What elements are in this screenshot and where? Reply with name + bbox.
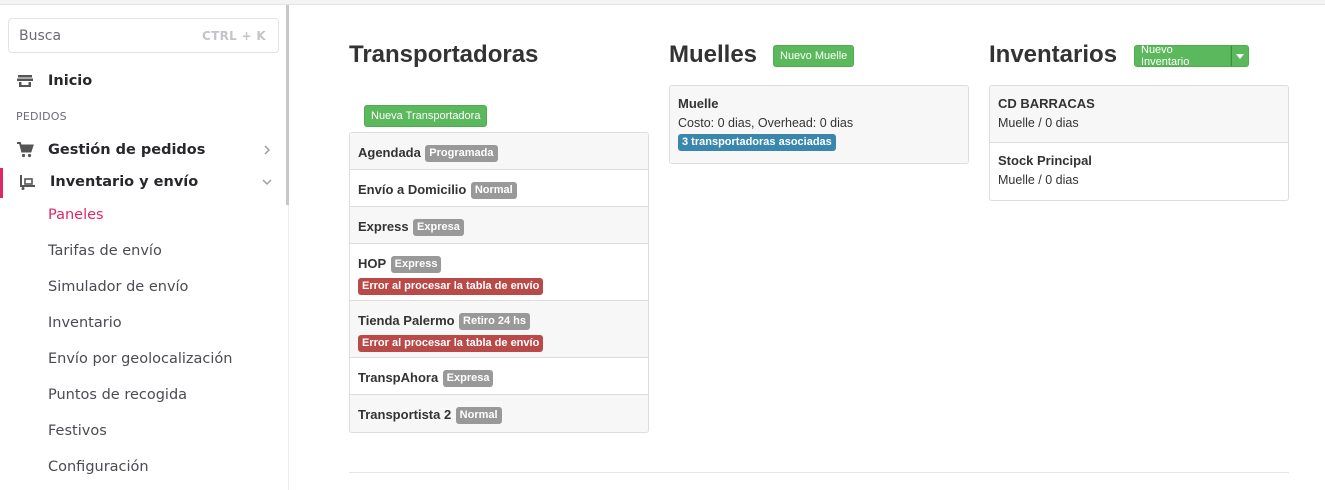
associated-carriers-badge[interactable]: 3 transportadoras asociadas [678,134,836,151]
chevron-right-icon [264,145,270,155]
inventory-detail: Muelle / 0 dias [998,173,1079,187]
list-item[interactable]: Transportista 2 Normal [350,395,648,432]
inventory-name: Stock Principal [998,153,1092,168]
new-carrier-button[interactable]: Nueva Transportadora [364,105,488,127]
sidebar-subitem-puntos-recogida[interactable]: Puntos de recogida [48,387,187,403]
list-item[interactable]: CD BARRACAS Muelle / 0 dias [990,86,1288,143]
new-inventory-dropdown[interactable] [1231,45,1249,67]
error-badge: Error al procesar la tabla de envío [358,335,544,352]
search-shortcut: CTRL + K [202,28,266,43]
docks-title: Muelles [669,41,758,68]
list-item[interactable]: Express Expresa [350,207,648,244]
list-item[interactable]: Stock Principal Muelle / 0 dias [990,143,1288,200]
carrier-type-badge: Programada [425,145,498,162]
carrier-type-badge: Normal [470,182,517,199]
search-placeholder: Busca [19,27,62,44]
sidebar-item-label: Gestión de pedidos [48,142,206,158]
sidebar-subitem-tarifas[interactable]: Tarifas de envío [48,243,162,259]
sidebar-subitem-inventario[interactable]: Inventario [48,315,122,331]
inventory-name: CD BARRACAS [998,96,1095,111]
sidebar-item-label: Inicio [48,73,93,89]
carrier-type-badge: Expresa [413,219,464,236]
carrier-name: Agendada [358,145,421,160]
carriers-title: Transportadoras [349,41,539,68]
search-input[interactable]: Busca CTRL + K [8,18,279,53]
store-icon [17,75,33,87]
sidebar-subitem-festivos[interactable]: Festivos [48,423,107,439]
cart-icon [17,142,34,158]
carrier-type-badge: Retiro 24 hs [459,313,530,330]
carrier-type-badge: Express [390,256,442,273]
carriers-list: Agendada Programada Envío a Domicilio No… [349,132,649,433]
carrier-name: Tienda Palermo [358,313,455,328]
section-heading: PEDIDOS [16,110,67,123]
sidebar-subitem-configuracion[interactable]: Configuración [48,459,149,475]
forklift-icon [20,175,35,190]
carrier-name: Express [358,219,409,234]
divider [349,472,1289,473]
list-item[interactable]: Envío a Domicilio Normal [350,170,648,207]
sidebar-scrollbar[interactable] [286,5,289,205]
carrier-name: HOP [358,256,387,271]
error-badge: Error al procesar la tabla de envío [358,278,544,295]
sidebar-item-inventario-envio[interactable]: Inventario y envío [0,168,288,196]
docks-list: Muelle Costo: 0 dias, Overhead: 0 dias 3… [669,85,969,164]
dock-detail: Costo: 0 dias, Overhead: 0 dias [678,116,854,130]
new-inventory-button[interactable]: Nuevo Inventario [1134,44,1231,68]
sidebar: Busca CTRL + K Inicio PEDIDOS Gestión de… [0,5,289,490]
sidebar-item-gestion-pedidos[interactable]: Gestión de pedidos [0,136,288,164]
sidebar-subitem-simulador[interactable]: Simulador de envío [48,279,188,295]
carrier-name: Envío a Domicilio [358,182,467,197]
sidebar-item-label: Inventario y envío [50,174,199,190]
list-item[interactable]: HOP Express Error al procesar la tabla d… [350,244,648,301]
inventories-title: Inventarios [989,41,1118,68]
caret-down-icon [1236,53,1244,59]
carrier-type-badge: Expresa [442,370,494,387]
inventories-list: CD BARRACAS Muelle / 0 dias Stock Princi… [989,85,1289,201]
sidebar-item-inicio[interactable]: Inicio [0,67,288,95]
carrier-type-badge: Normal [455,407,502,424]
chevron-down-icon [262,179,272,185]
dock-name: Muelle [678,96,719,111]
new-dock-button[interactable]: Nuevo Muelle [773,45,855,67]
list-item[interactable]: Muelle Costo: 0 dias, Overhead: 0 dias 3… [670,86,968,163]
list-item[interactable]: Tienda Palermo Retiro 24 hs Error al pro… [350,301,648,358]
list-item[interactable]: Agendada Programada [350,133,648,170]
list-item[interactable]: TranspAhora Expresa [350,358,648,395]
carrier-name: Transportista 2 [358,407,452,422]
carrier-name: TranspAhora [358,370,439,385]
sidebar-subitem-geolocalizacion[interactable]: Envío por geolocalización [48,351,232,367]
inventory-detail: Muelle / 0 dias [998,116,1079,130]
sidebar-subitem-paneles[interactable]: Paneles [48,207,104,223]
